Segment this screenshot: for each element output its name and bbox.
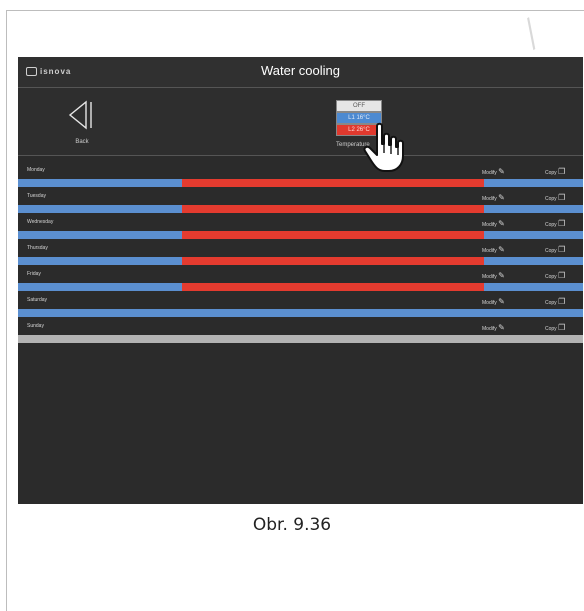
modify-button[interactable]: Modify ✎ — [482, 167, 505, 176]
top-bar: isnova Water cooling — [18, 57, 583, 88]
schedule-segment-l2[interactable] — [182, 205, 484, 213]
schedule-segment-l1[interactable] — [484, 205, 583, 213]
day-schedule-bar[interactable] — [18, 205, 583, 213]
copy-icon: ❐ — [558, 323, 566, 332]
schedule-segment-l1[interactable] — [18, 179, 182, 187]
copy-icon: ❐ — [558, 245, 566, 254]
schedule-segment-l2[interactable] — [182, 179, 484, 187]
pointer-hand-icon — [363, 122, 404, 172]
schedule-segment-l1[interactable] — [18, 231, 182, 239]
modify-label: Modify — [482, 300, 497, 306]
header-panel: Back OFF L1 16°C L2 26°C Temperature — [18, 88, 583, 172]
day-label: Sunday — [27, 323, 44, 329]
schedule-segment-l1[interactable] — [18, 257, 182, 265]
copy-label: Copy — [545, 300, 557, 306]
copy-label: Copy — [545, 222, 557, 228]
modify-label: Modify — [482, 170, 497, 176]
copy-label: Copy — [545, 196, 557, 202]
day-label: Saturday — [27, 297, 48, 303]
day-schedule-bar[interactable] — [18, 231, 583, 239]
schedule-segment-l1[interactable] — [18, 309, 583, 317]
copy-button[interactable]: Copy ❐ — [545, 245, 565, 254]
modify-label: Modify — [482, 274, 497, 280]
copy-label: Copy — [545, 274, 557, 280]
copy-label: Copy — [545, 170, 557, 176]
schedule-segment-l1[interactable] — [484, 257, 583, 265]
day-label: Friday — [27, 271, 41, 277]
schedule-segment-off[interactable] — [18, 335, 583, 343]
day-schedule-bar[interactable] — [18, 309, 583, 317]
day-label: Thursday — [27, 245, 48, 251]
mode-option-off[interactable]: OFF — [336, 100, 382, 112]
day-label: Monday — [27, 167, 45, 173]
back-arrow-icon — [68, 100, 92, 130]
pencil-icon: ✎ — [498, 219, 505, 228]
schedule-segment-l1[interactable] — [18, 283, 182, 291]
schedule-segment-l2[interactable] — [182, 257, 484, 265]
copy-icon: ❐ — [558, 219, 566, 228]
day-label: Tuesday — [27, 193, 46, 199]
copy-label: Copy — [545, 248, 557, 254]
modify-label: Modify — [482, 248, 497, 254]
schedule-segment-l1[interactable] — [484, 283, 583, 291]
page-title: Water cooling — [261, 63, 340, 78]
modify-label: Modify — [482, 196, 497, 202]
copy-icon: ❐ — [558, 271, 566, 280]
pencil-icon: ✎ — [498, 297, 505, 306]
day-schedule-bar[interactable] — [18, 283, 583, 291]
schedule-segment-l1[interactable] — [484, 231, 583, 239]
back-button[interactable]: Back — [60, 98, 104, 150]
copy-icon: ❐ — [558, 167, 566, 176]
modify-button[interactable]: Modify ✎ — [482, 193, 505, 202]
copy-button[interactable]: Copy ❐ — [545, 167, 565, 176]
pencil-icon: ✎ — [498, 245, 505, 254]
day-schedule-bar[interactable] — [18, 335, 583, 343]
modify-label: Modify — [482, 326, 497, 332]
pencil-icon: ✎ — [498, 193, 505, 202]
modify-button[interactable]: Modify ✎ — [482, 323, 505, 332]
schedule-segment-l2[interactable] — [182, 231, 484, 239]
day-schedule-bar[interactable] — [18, 179, 583, 187]
copy-label: Copy — [545, 326, 557, 332]
copy-icon: ❐ — [558, 297, 566, 306]
back-label: Back — [75, 139, 89, 145]
copy-button[interactable]: Copy ❐ — [545, 219, 565, 228]
copy-button[interactable]: Copy ❐ — [545, 193, 565, 202]
modify-button[interactable]: Modify ✎ — [482, 245, 505, 254]
modify-button[interactable]: Modify ✎ — [482, 297, 505, 306]
modify-button[interactable]: Modify ✎ — [482, 271, 505, 280]
day-schedule-bar[interactable] — [18, 257, 583, 265]
modify-label: Modify — [482, 222, 497, 228]
pencil-icon: ✎ — [498, 167, 505, 176]
app-screen: isnova Water cooling Back OFF L1 16°C L2… — [18, 57, 583, 504]
schedule-segment-l2[interactable] — [182, 283, 484, 291]
schedule-segment-l1[interactable] — [484, 179, 583, 187]
day-label: Wednesday — [27, 219, 54, 225]
pencil-icon: ✎ — [498, 323, 505, 332]
copy-button[interactable]: Copy ❐ — [545, 297, 565, 306]
pencil-icon: ✎ — [498, 271, 505, 280]
copy-button[interactable]: Copy ❐ — [545, 323, 565, 332]
copy-button[interactable]: Copy ❐ — [545, 271, 565, 280]
schedule-segment-l1[interactable] — [18, 205, 182, 213]
modify-button[interactable]: Modify ✎ — [482, 219, 505, 228]
copy-icon: ❐ — [558, 193, 566, 202]
figure-caption: Obr. 9.36 — [252, 515, 332, 535]
